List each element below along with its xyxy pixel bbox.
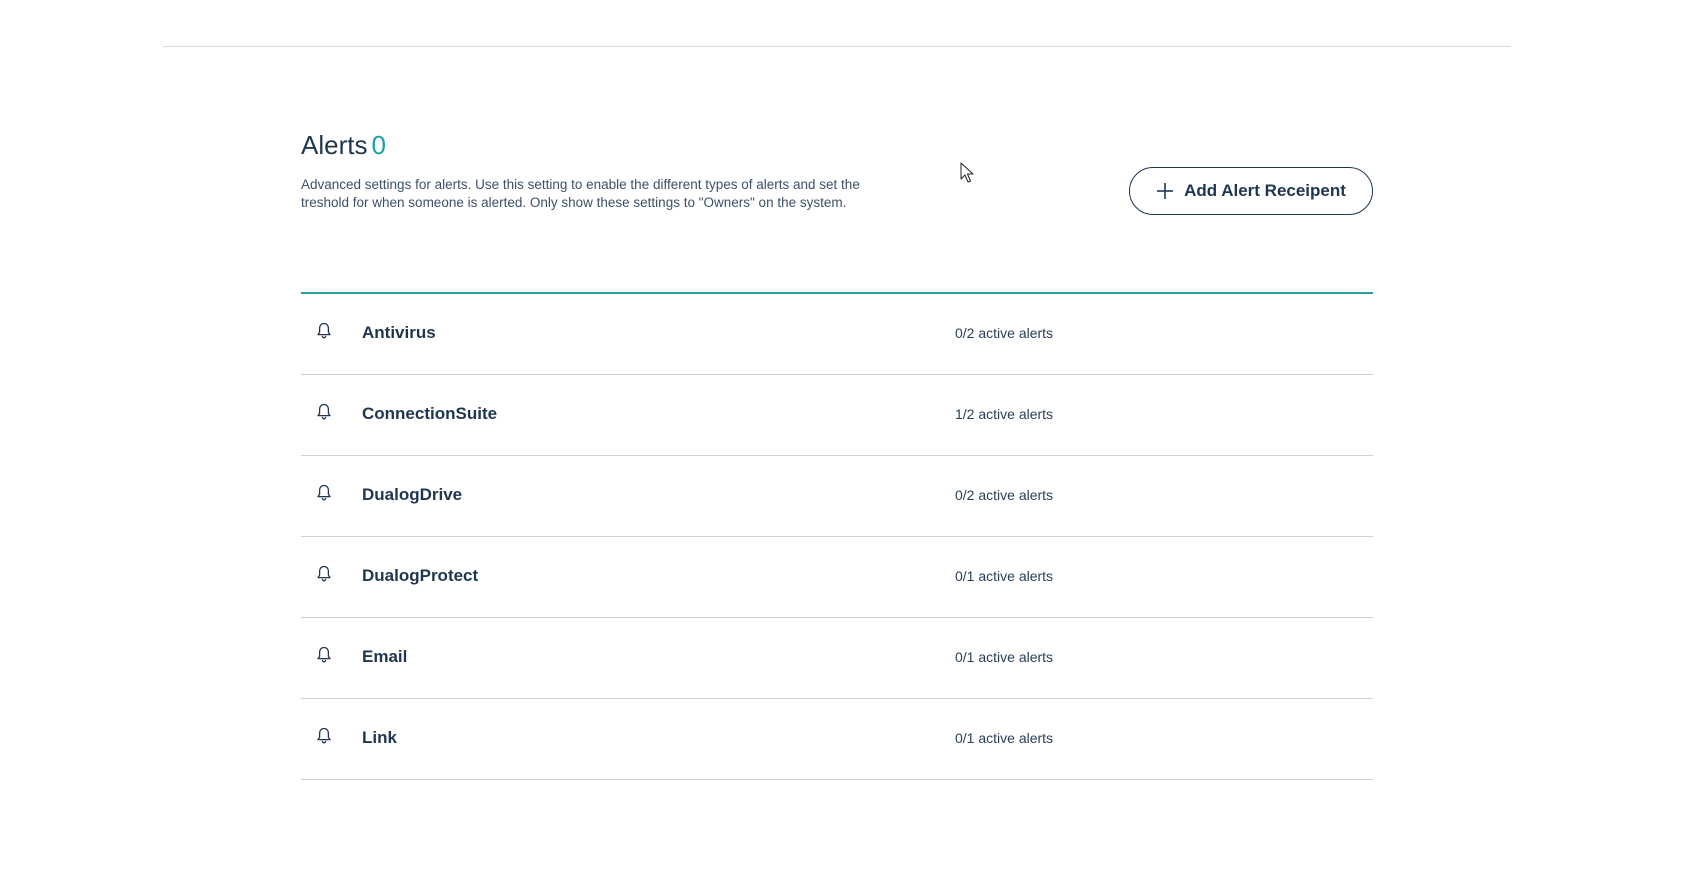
alert-row-link[interactable]: Link 0/1 active alerts [301, 699, 1373, 780]
bell-icon [317, 646, 331, 663]
bell-icon [317, 727, 331, 744]
alerts-list: Antivirus 0/2 active alerts ConnectionSu… [301, 292, 1373, 780]
page-title: Alerts 0 [301, 126, 386, 164]
alert-row-dualogdrive[interactable]: DualogDrive 0/2 active alerts [301, 456, 1373, 537]
alert-name: Link [362, 728, 397, 747]
alert-row-dualogprotect[interactable]: DualogProtect 0/1 active alerts [301, 537, 1373, 618]
alerts-header: Alerts 0 Advanced settings for alerts. Us… [301, 126, 1373, 226]
bell-icon [317, 565, 331, 582]
alert-status: 0/1 active alerts [955, 649, 1054, 665]
add-alert-recipient-label: Add Alert Receipent [1184, 181, 1346, 200]
bell-icon [317, 403, 331, 420]
page-description: Advanced settings for alerts. Use this s… [301, 177, 860, 210]
bell-icon [317, 322, 331, 339]
mouse-cursor-icon [960, 162, 974, 183]
alert-status: 0/2 active alerts [955, 325, 1054, 341]
alert-status: 1/2 active alerts [955, 406, 1054, 422]
alert-row-antivirus[interactable]: Antivirus 0/2 active alerts [301, 294, 1373, 375]
alert-row-connectionsuite[interactable]: ConnectionSuite 1/2 active alerts [301, 375, 1373, 456]
bell-icon [317, 484, 331, 501]
alert-name: DualogProtect [362, 566, 479, 585]
add-alert-recipient-button[interactable]: Add Alert Receipent [1129, 167, 1373, 215]
alert-name: Email [362, 647, 408, 666]
alert-status: 0/1 active alerts [955, 568, 1054, 584]
alert-status: 0/2 active alerts [955, 487, 1054, 503]
alert-name: Antivirus [362, 323, 436, 342]
alert-name: DualogDrive [362, 485, 463, 504]
alerts-count: 0 [371, 130, 386, 160]
page-title-text: Alerts [301, 130, 368, 160]
alert-status: 0/1 active alerts [955, 730, 1054, 746]
top-divider [163, 46, 1511, 47]
alert-row-email[interactable]: Email 0/1 active alerts [301, 618, 1373, 699]
alert-name: ConnectionSuite [362, 404, 498, 423]
plus-icon [1157, 183, 1174, 199]
